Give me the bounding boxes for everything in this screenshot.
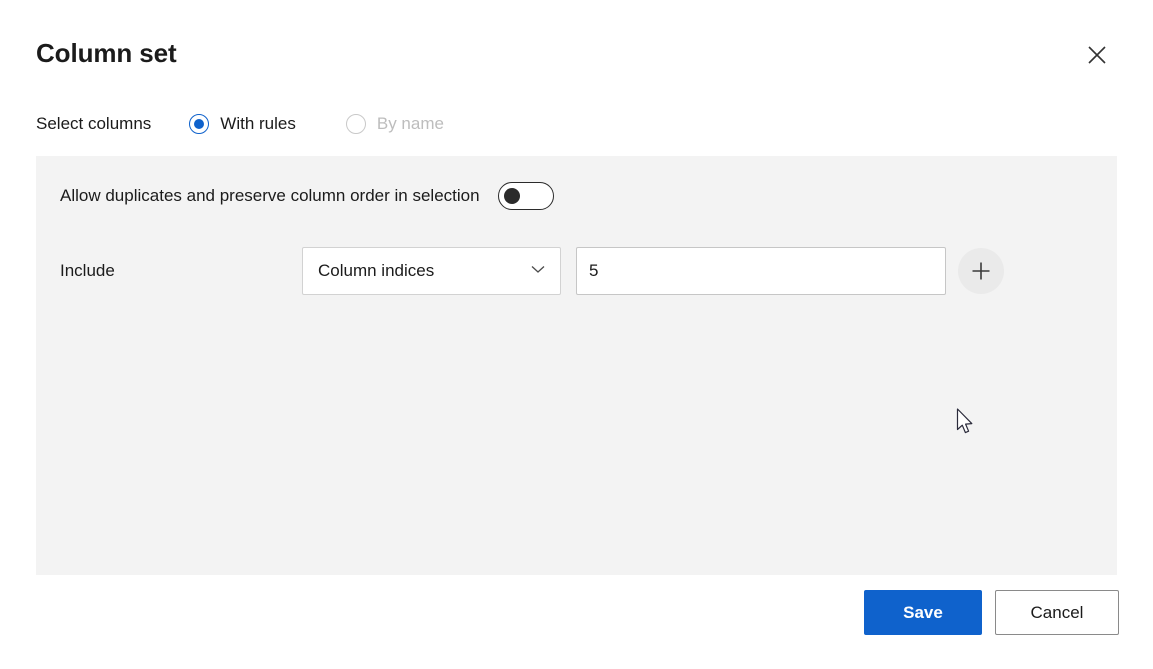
chevron-down-icon — [528, 259, 548, 284]
save-button[interactable]: Save — [864, 590, 982, 635]
dialog-footer: Save Cancel — [0, 575, 1153, 669]
add-rule-button[interactable] — [958, 248, 1004, 294]
allow-duplicates-row: Allow duplicates and preserve column ord… — [60, 180, 554, 212]
include-type-value: Column indices — [318, 261, 435, 280]
select-columns-label: Select columns — [36, 114, 152, 133]
dialog-header: Column set — [0, 0, 1153, 96]
allow-duplicates-label: Allow duplicates and preserve column ord… — [60, 186, 480, 205]
radio-icon-by-name — [345, 114, 366, 134]
radio-option-by-name[interactable]: By name — [345, 114, 444, 134]
allow-duplicates-toggle[interactable] — [497, 182, 554, 210]
include-value-input[interactable] — [576, 247, 946, 295]
close-icon — [1086, 44, 1108, 66]
include-label: Include — [60, 261, 115, 280]
include-type-select[interactable]: Column indices — [302, 247, 561, 295]
include-row: Include Column indices — [60, 247, 1090, 295]
close-button[interactable] — [1074, 32, 1120, 78]
select-columns-row: Select columns With rules By name — [36, 108, 444, 140]
toggle-knob — [503, 188, 520, 204]
radio-option-with-rules[interactable]: With rules — [189, 114, 296, 134]
radio-label-with-rules: With rules — [220, 114, 296, 133]
page-title: Column set — [36, 38, 177, 68]
radio-label-by-name: By name — [376, 114, 444, 133]
column-set-dialog: Column set Select columns With rules By … — [0, 0, 1153, 669]
rules-panel: Allow duplicates and preserve column ord… — [36, 156, 1117, 575]
plus-icon — [969, 259, 993, 283]
radio-icon-with-rules — [189, 114, 210, 134]
cancel-button[interactable]: Cancel — [995, 590, 1119, 635]
